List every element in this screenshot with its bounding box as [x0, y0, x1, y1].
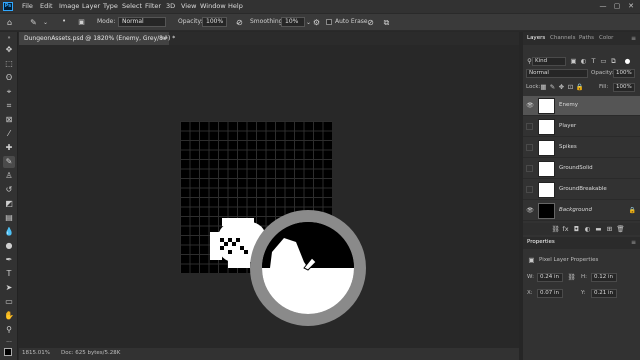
status-bar: 1815.01% Doc: 625 bytes/5.23K › [19, 348, 519, 360]
right-panels: Layers Channels Paths Color ≡ ⚲ Kind ▣ ◐… [523, 32, 640, 360]
adjustment-layer-icon[interactable]: ◐ [583, 225, 592, 233]
layer-name: Enemy [559, 102, 578, 108]
layer-name: Player [559, 123, 577, 129]
status-expand-icon[interactable]: › [113, 349, 115, 356]
layer-thumbnail [538, 119, 555, 135]
layer-filter-kind[interactable]: Kind [532, 57, 566, 66]
filter-pixel-icon[interactable]: ▣ [569, 57, 578, 65]
lock-all-icon[interactable]: 🔒 [575, 83, 584, 91]
layer-row-spikes[interactable]: Spikes [523, 138, 640, 158]
fill-label: Fill: [599, 84, 609, 90]
panel-menu-icon[interactable]: ≡ [631, 32, 636, 45]
layer-row-background[interactable]: 👁 Background 🔒 [523, 201, 640, 221]
delete-layer-icon[interactable]: 🗑 [616, 225, 625, 233]
fx-icon[interactable]: fx [561, 225, 570, 233]
new-layer-icon[interactable]: ⊞ [605, 225, 614, 233]
properties-menu-icon[interactable]: ≡ [631, 236, 636, 249]
layer-opacity-label: Opacity: [591, 70, 614, 76]
x-label: X: [527, 290, 533, 296]
layer-opacity-input[interactable]: 100% [613, 69, 635, 78]
zoom-level[interactable]: 1815.01% [22, 350, 50, 356]
link-layers-icon[interactable]: ⛓ [551, 225, 560, 233]
layer-name: Background [559, 207, 592, 213]
layer-thumbnail [538, 161, 555, 177]
properties-subtitle: Pixel Layer Properties [539, 257, 599, 263]
layer-thumbnail [538, 182, 555, 198]
lock-artboard-icon[interactable]: ⊡ [566, 83, 575, 91]
visibility-toggle[interactable] [526, 186, 533, 193]
properties-title[interactable]: Properties [527, 236, 555, 249]
width-label: W: [527, 274, 534, 280]
layer-name: GroundSolid [559, 165, 593, 171]
visibility-eye-icon[interactable]: 👁 [526, 102, 534, 110]
y-label: Y: [581, 290, 586, 296]
layer-thumbnail [538, 98, 555, 114]
new-group-icon[interactable]: ▬ [594, 225, 603, 233]
x-input[interactable]: 0.07 in [537, 289, 563, 298]
enemy-body-bottom [228, 260, 250, 268]
layer-row-enemy[interactable]: 👁 Enemy [523, 96, 640, 116]
filter-adjustment-icon[interactable]: ◐ [579, 57, 588, 65]
tab-paths[interactable]: Paths [579, 32, 594, 45]
height-input[interactable]: 0.12 in [591, 273, 617, 282]
filter-type-icon[interactable]: T [589, 57, 598, 65]
layer-row-player[interactable]: Player [523, 117, 640, 137]
layer-thumbnail [538, 203, 555, 219]
lock-icon: 🔒 [628, 207, 636, 214]
layer-name: GroundBreakable [559, 186, 607, 192]
tab-color[interactable]: Color [599, 32, 613, 45]
filter-toggle-icon[interactable]: ● [623, 57, 632, 65]
add-mask-icon[interactable]: ◘ [572, 225, 581, 233]
enemy-body-top [222, 218, 254, 226]
y-input[interactable]: 0.21 in [591, 289, 617, 298]
filter-shape-icon[interactable]: ▭ [599, 57, 608, 65]
tab-channels[interactable]: Channels [550, 32, 575, 45]
visibility-eye-icon[interactable]: 👁 [526, 207, 534, 215]
fill-input[interactable]: 100% [613, 83, 635, 92]
link-dimensions-icon[interactable]: ⛓ [567, 273, 576, 281]
layer-name: Spikes [559, 144, 577, 150]
height-label: H: [581, 274, 587, 280]
tab-layers[interactable]: Layers [527, 32, 545, 45]
pixel-layer-icon: ▣ [528, 256, 535, 264]
lock-position-icon[interactable]: ✥ [557, 83, 566, 91]
blend-mode-select[interactable]: Normal [526, 69, 588, 78]
lock-transparent-icon[interactable]: ▦ [539, 83, 548, 91]
visibility-toggle[interactable] [526, 144, 533, 151]
filter-smart-object-icon[interactable]: ⧉ [609, 57, 618, 66]
document-info: Doc: 625 bytes/5.23K [61, 350, 121, 356]
width-input[interactable]: 0.24 in [537, 273, 563, 282]
visibility-toggle[interactable] [526, 123, 533, 130]
visibility-toggle[interactable] [526, 165, 533, 172]
layer-row-groundbreakable[interactable]: GroundBreakable [523, 180, 640, 200]
lock-image-icon[interactable]: ✎ [548, 83, 557, 91]
layer-thumbnail [538, 140, 555, 156]
layer-row-groundsolid[interactable]: GroundSolid [523, 159, 640, 179]
